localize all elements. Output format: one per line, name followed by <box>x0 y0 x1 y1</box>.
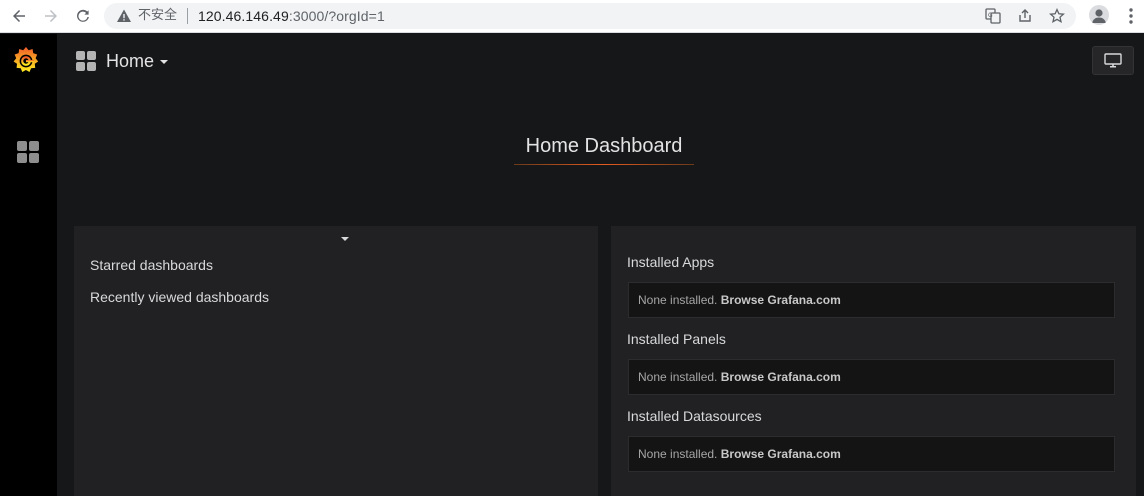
person-icon <box>1092 9 1106 23</box>
empty-text: None installed. <box>638 293 718 307</box>
forward-button[interactable] <box>38 4 64 28</box>
share-icon <box>1019 9 1031 22</box>
reload-button[interactable] <box>70 4 96 28</box>
panel-menu-caret-icon[interactable] <box>341 237 349 241</box>
warning-icon <box>117 9 131 22</box>
security-label[interactable]: 不安全 <box>138 8 177 24</box>
translate-icon: G <box>985 8 1001 24</box>
profile-avatar[interactable] <box>1089 5 1109 25</box>
back-button[interactable] <box>6 4 32 28</box>
installed-datasources-empty: None installed. Browse Grafana.com <box>628 436 1115 472</box>
more-vertical-icon[interactable] <box>1122 6 1140 26</box>
browser-toolbar: 不安全 120.46.146.49:3000/?orgId=1 G <box>0 0 1144 33</box>
bookmark-button[interactable] <box>1048 7 1066 25</box>
starred-dashboards-link[interactable]: Starred dashboards <box>90 256 213 274</box>
arrow-right-icon <box>45 10 57 22</box>
title-underline <box>514 164 694 165</box>
installed-panels-heading: Installed Panels <box>627 331 726 347</box>
browse-grafana-link[interactable]: Browse Grafana.com <box>721 447 841 461</box>
address-bar[interactable]: 不安全 120.46.146.49:3000/?orgId=1 G <box>104 3 1076 29</box>
main-content: Home Home Dashboard Starred dashboards R… <box>57 34 1144 496</box>
grafana-logo-icon[interactable] <box>10 44 42 78</box>
caret-down-icon[interactable] <box>160 60 168 64</box>
installed-datasources-heading: Installed Datasources <box>627 408 762 424</box>
plugin-list-panel: Installed Apps None installed. Browse Gr… <box>611 226 1136 496</box>
empty-text: None installed. <box>638 370 718 384</box>
recently-viewed-dashboards-link[interactable]: Recently viewed dashboards <box>90 288 269 306</box>
star-icon <box>1049 8 1065 23</box>
url-path: :3000/?orgId=1 <box>288 8 385 24</box>
tv-mode-button[interactable] <box>1092 46 1134 75</box>
translate-button[interactable]: G <box>984 7 1002 25</box>
installed-apps-heading: Installed Apps <box>627 254 715 270</box>
monitor-icon <box>1104 52 1122 67</box>
dashboard-grid-icon <box>76 51 96 71</box>
page-title: Home Dashboard <box>525 135 683 157</box>
arrow-left-icon <box>13 10 25 22</box>
installed-panels-empty: None installed. Browse Grafana.com <box>628 359 1115 395</box>
reload-icon <box>77 9 89 22</box>
installed-apps-empty: None installed. Browse Grafana.com <box>628 282 1115 318</box>
side-menu <box>0 34 57 496</box>
empty-text: None installed. <box>638 447 718 461</box>
dashboard-picker[interactable]: Home <box>106 50 154 72</box>
omnibox-divider <box>187 8 188 24</box>
browse-grafana-link[interactable]: Browse Grafana.com <box>721 370 841 384</box>
url-host: 120.46.146.49 <box>198 8 289 24</box>
share-button[interactable] <box>1016 7 1034 25</box>
browse-grafana-link[interactable]: Browse Grafana.com <box>721 293 841 307</box>
url-text[interactable]: 120.46.146.49:3000/?orgId=1 <box>198 7 385 25</box>
dashboards-grid-icon[interactable] <box>16 140 40 164</box>
svg-text:G: G <box>988 12 993 19</box>
dashboard-list-panel: Starred dashboards Recently viewed dashb… <box>74 226 598 496</box>
